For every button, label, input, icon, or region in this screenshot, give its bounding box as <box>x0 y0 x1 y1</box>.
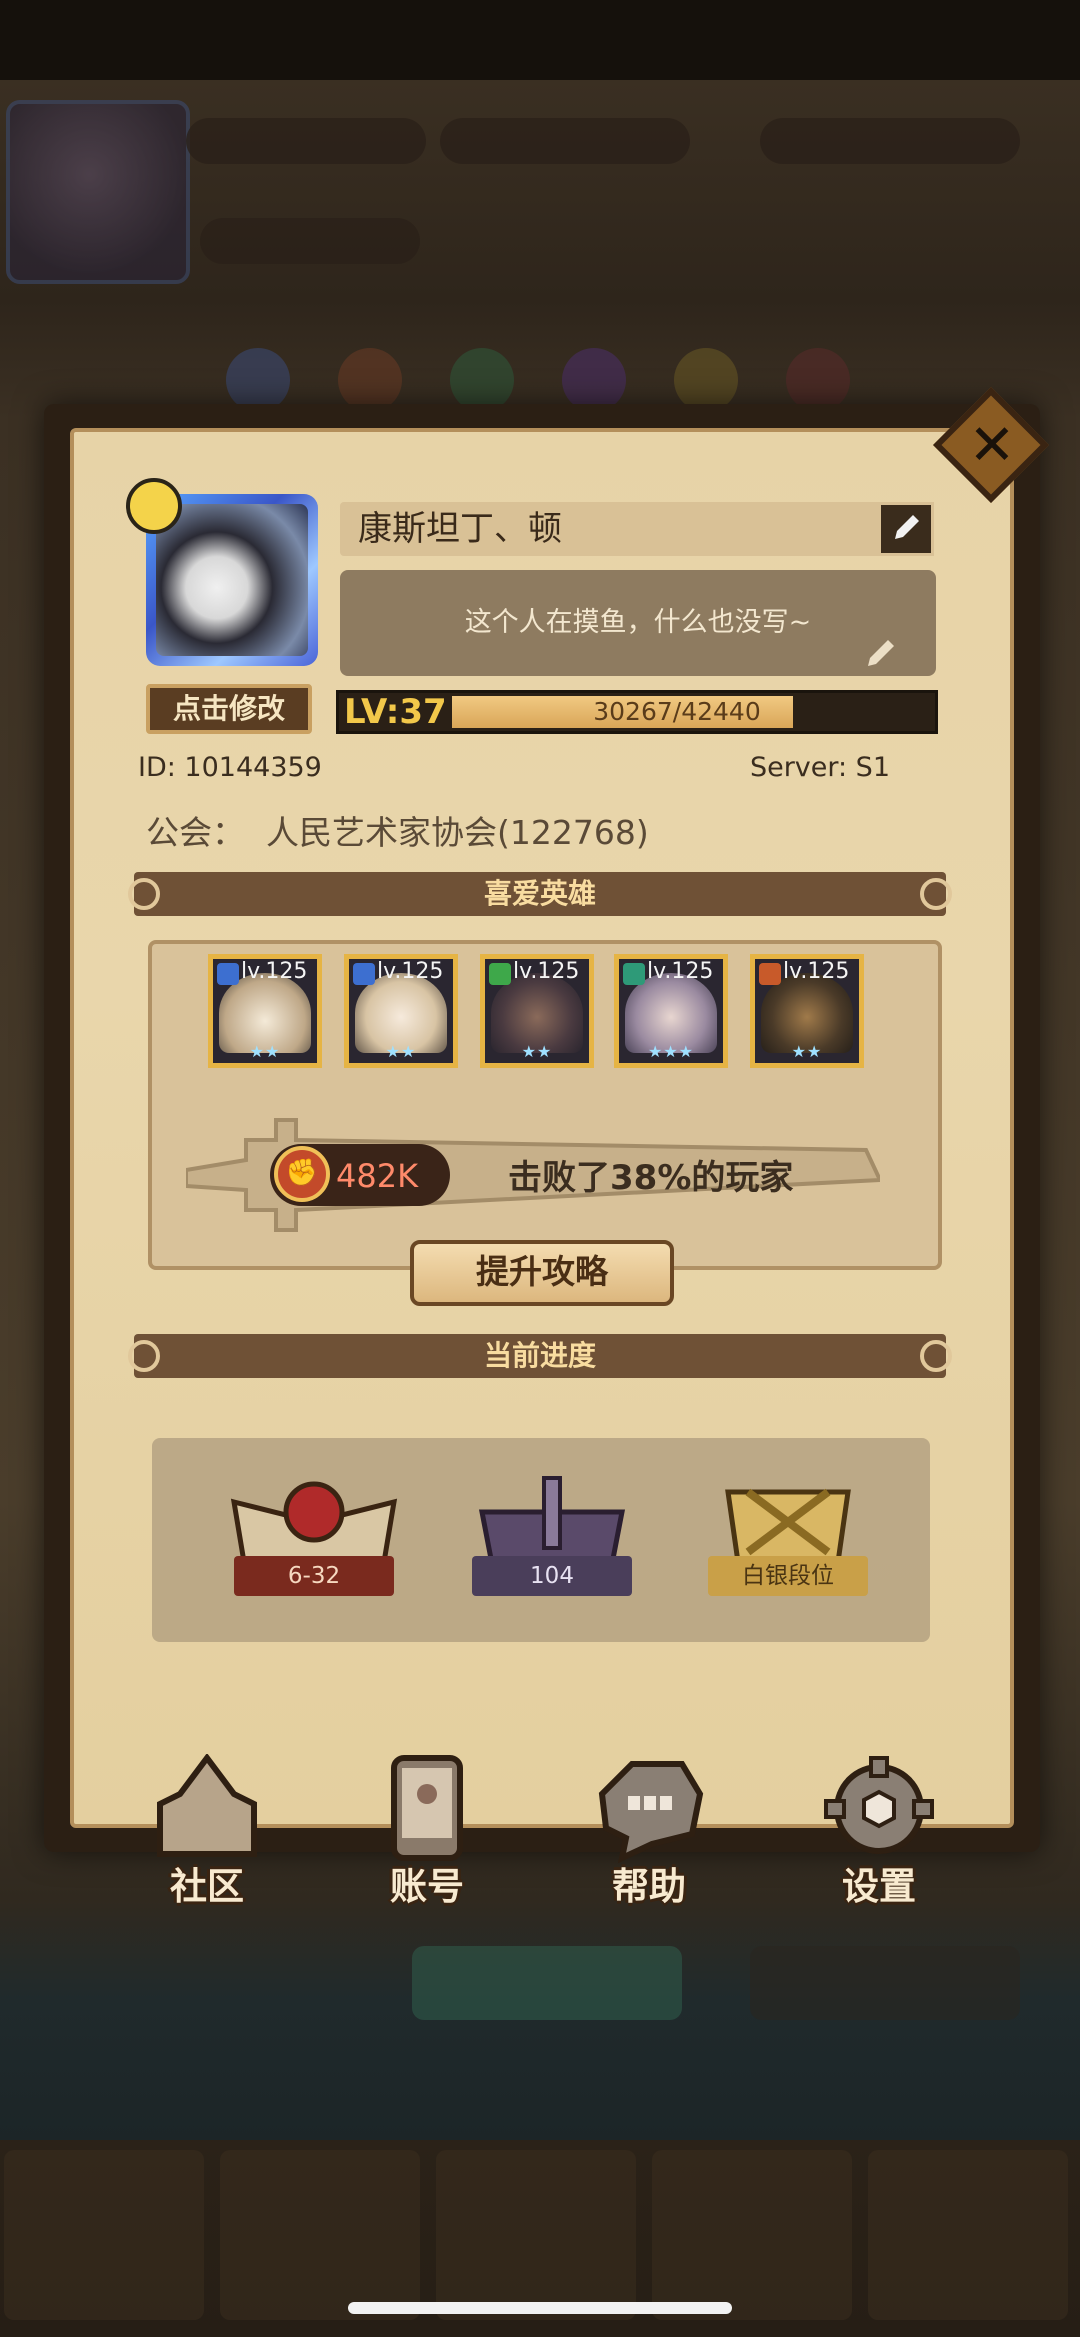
defeat-percentage-text: 击败了38%的玩家 <box>508 1158 794 1198</box>
background-gold-bar <box>440 118 690 164</box>
hero-card[interactable]: lv.125 ★★ <box>480 954 594 1068</box>
background-name-bar <box>186 118 426 164</box>
hero-level: lv.125 <box>377 959 444 984</box>
tower-progress[interactable]: 104 <box>452 1472 652 1602</box>
edit-name-button[interactable] <box>878 502 934 556</box>
current-progress-banner: 当前进度 <box>128 1334 952 1378</box>
nav-help-label: 帮助 <box>612 1865 686 1908</box>
player-name: 康斯坦丁、顿 <box>340 502 934 556</box>
hero-class-icon <box>217 963 239 985</box>
hero-portrait <box>491 973 583 1053</box>
favorite-heroes-banner: 喜爱英雄 <box>128 872 952 916</box>
nav-community-button[interactable]: 社区 <box>132 1754 282 1908</box>
castle-icon <box>157 1754 257 1857</box>
pencil-icon <box>868 640 894 666</box>
background-element-icon <box>674 348 738 412</box>
hero-portrait <box>219 973 311 1053</box>
player-id: ID: 10144359 <box>138 752 322 783</box>
hero-level: lv.125 <box>783 959 850 984</box>
account-card-icon <box>391 1755 463 1861</box>
guild-name[interactable]: 人民艺术家协会(122768) <box>266 806 649 854</box>
hero-class-icon <box>759 963 781 985</box>
avatar-portrait <box>156 504 308 656</box>
favorite-heroes-title: 喜爱英雄 <box>483 877 596 910</box>
edit-avatar-button[interactable]: 点击修改 <box>146 684 312 734</box>
nav-account-button[interactable]: 账号 <box>352 1754 502 1908</box>
background-element-icon <box>562 348 626 412</box>
arena-rank-label: 白银段位 <box>708 1556 868 1596</box>
hero-level: lv.125 <box>647 959 714 984</box>
banner-curl-ornament <box>920 1340 952 1372</box>
background-nav-item <box>220 2150 420 2320</box>
fist-power-icon: ✊ <box>274 1146 330 1202</box>
background-element-icon <box>338 348 402 412</box>
hero-card[interactable]: lv.125 ★★ <box>344 954 458 1068</box>
nav-community-label: 社区 <box>170 1865 244 1908</box>
background-gem-bar <box>760 118 1020 164</box>
player-signature: 这个人在摸鱼，什么也没写~ <box>340 570 936 676</box>
hero-card[interactable]: lv.125 ★★ <box>750 954 864 1068</box>
background-tab <box>750 1946 1020 2020</box>
hero-portrait <box>761 973 853 1053</box>
nav-settings-label: 设置 <box>842 1865 916 1908</box>
nav-help-button[interactable]: 帮助 <box>574 1754 724 1908</box>
nav-account-label: 账号 <box>390 1865 464 1908</box>
background-tab <box>412 1946 682 2020</box>
nav-settings-button[interactable]: 设置 <box>804 1754 954 1908</box>
background-nav-item <box>868 2150 1068 2320</box>
improve-guide-button[interactable]: 提升攻略 <box>410 1240 674 1306</box>
edit-signature-button[interactable] <box>862 632 902 672</box>
hero-card[interactable]: lv.125 ★★ <box>208 954 322 1068</box>
background-nav-item <box>4 2150 204 2320</box>
background-element-icon <box>226 348 290 412</box>
hero-level: lv.125 <box>241 959 308 984</box>
background-power-bar <box>200 218 420 264</box>
background-avatar <box>6 100 190 284</box>
gear-icon <box>824 1756 934 1854</box>
hero-card[interactable]: lv.125 ★★★ <box>614 954 728 1068</box>
close-icon: ✕ <box>968 413 1016 478</box>
avatar-moon-badge-icon <box>126 478 182 534</box>
chat-bubble-icon <box>598 1761 704 1864</box>
close-button[interactable]: ✕ <box>930 384 1054 508</box>
guild-label: 公会： <box>146 813 245 852</box>
hero-class-icon <box>353 963 375 985</box>
hero-portrait <box>625 973 717 1053</box>
level-label: LV:37 <box>344 692 447 732</box>
pencil-icon <box>895 515 919 539</box>
background-nav-item <box>436 2150 636 2320</box>
campaign-stage-label: 6-32 <box>234 1556 394 1596</box>
hero-stars: ★★ <box>521 1042 553 1061</box>
tower-floor-label: 104 <box>472 1556 632 1596</box>
background-element-icon <box>450 348 514 412</box>
hero-stars: ★★ <box>385 1042 417 1061</box>
background-element-icon <box>786 348 850 412</box>
hero-stars: ★★★ <box>647 1042 695 1061</box>
exp-text: 30267/42440 <box>593 697 761 726</box>
arena-rank-progress[interactable]: 白银段位 <box>688 1472 888 1602</box>
hero-stars: ★★ <box>791 1042 823 1061</box>
hero-stars: ★★ <box>249 1042 281 1061</box>
campaign-progress[interactable]: 6-32 <box>214 1472 414 1602</box>
hero-portrait <box>355 973 447 1053</box>
current-progress-title: 当前进度 <box>483 1339 596 1372</box>
server-label: Server: S1 <box>749 752 890 783</box>
hero-class-icon <box>623 963 645 985</box>
background-nav-item <box>652 2150 852 2320</box>
hero-class-icon <box>489 963 511 985</box>
banner-curl-ornament <box>920 878 952 910</box>
hero-level: lv.125 <box>513 959 580 984</box>
home-indicator[interactable] <box>348 2302 732 2314</box>
power-value: 482K <box>336 1157 419 1195</box>
